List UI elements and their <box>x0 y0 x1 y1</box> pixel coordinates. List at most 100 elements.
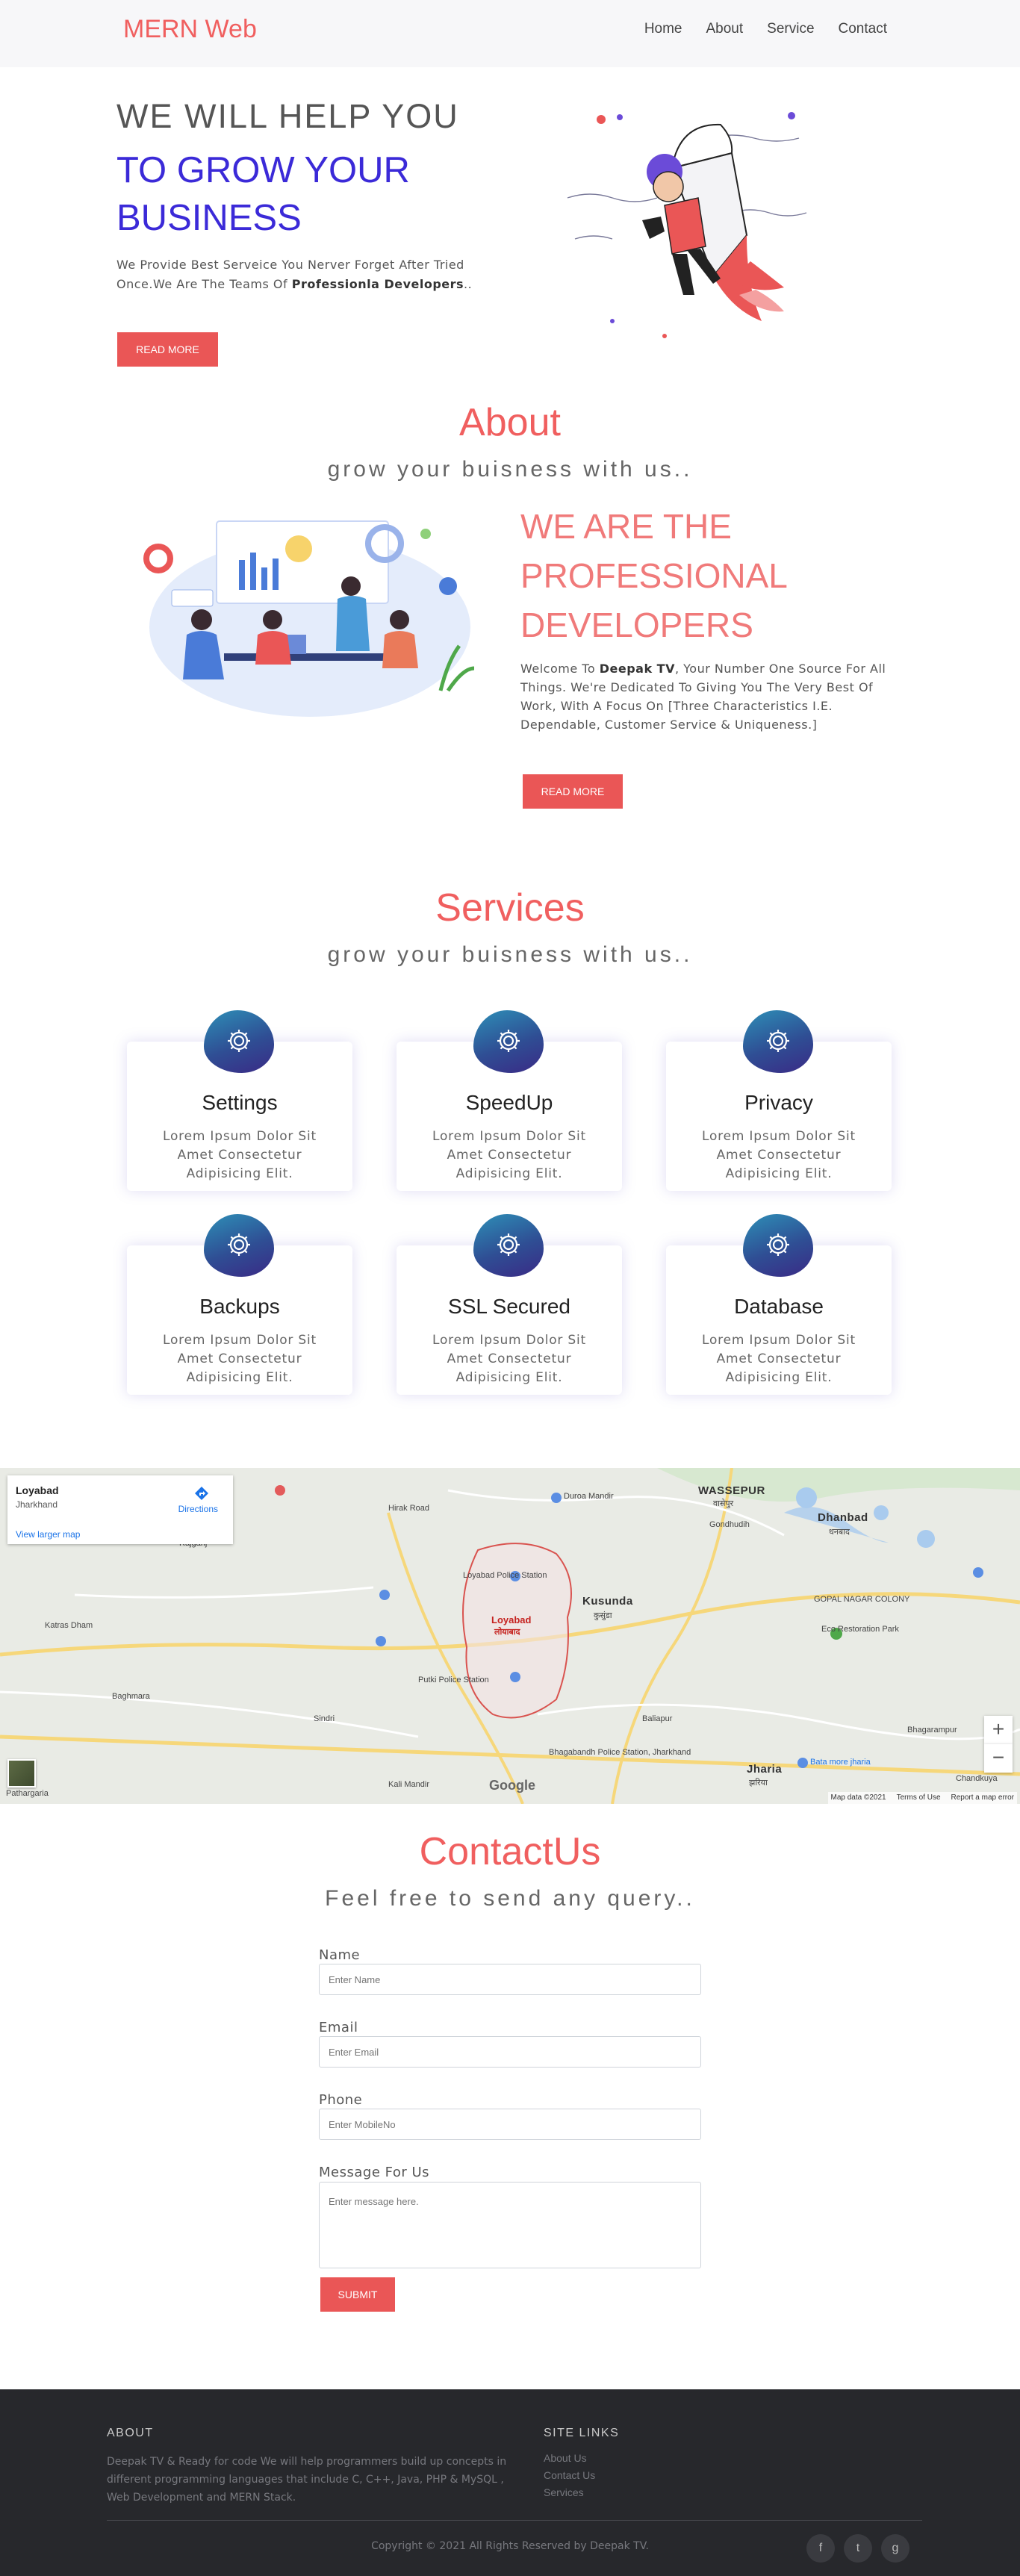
footer-link-services[interactable]: Services <box>544 2486 584 2498</box>
service-card-title: Privacy <box>744 1091 813 1114</box>
map-label-loyabad: Loyabad <box>491 1614 532 1625</box>
phone-input[interactable] <box>319 2109 701 2140</box>
map-label-putki-police: Putki Police Station <box>418 1676 489 1684</box>
map-label-sindri: Sindri <box>314 1714 335 1723</box>
service-card-description: Lorem Ipsum Dolor Sit Amet Consectetur A… <box>163 1129 317 1181</box>
service-card-description: Lorem Ipsum Dolor Sit Amet Consectetur A… <box>163 1333 317 1385</box>
navbar: MERN Web Home About Service Contact <box>0 0 1020 67</box>
report-map-error-link[interactable]: Report a map error <box>951 1793 1014 1802</box>
hero-heading-line2: TO GROW YOUR BUSINESS <box>116 150 410 238</box>
map-place-region: Jharkhand <box>16 1499 58 1510</box>
phone-label: Phone <box>319 2092 363 2108</box>
footer-link-contact-us[interactable]: Contact Us <box>544 2469 595 2481</box>
map-place-title: Loyabad <box>16 1484 59 1496</box>
map-label-dhanbad-hi: धनबाद <box>829 1528 850 1537</box>
map-label-baliapur: Baliapur <box>642 1714 673 1723</box>
service-icon-badge <box>204 1214 274 1277</box>
map-label-kusunda: Kusunda <box>582 1595 633 1608</box>
service-card-title: Backups <box>199 1295 280 1318</box>
map-label-hirak-road: Hirak Road <box>388 1504 430 1513</box>
directions-link[interactable]: Directions <box>178 1504 218 1514</box>
services-section-subtitle: grow your buisness with us.. <box>327 942 693 967</box>
service-card-title: SSL Secured <box>448 1295 570 1318</box>
services-section-title: Services <box>435 886 585 930</box>
service-card: SSL Secured Lorem Ipsum Dolor Sit Amet Co… <box>397 1214 622 1395</box>
footer-about-text: Deepak TV & Ready for code We will help … <box>107 2456 507 2504</box>
service-card-description: Lorem Ipsum Dolor Sit Amet Consectetur A… <box>432 1333 586 1385</box>
footer-links-title: SITE LINKS <box>544 2427 620 2439</box>
map-label-loyabad-police: Loyabad Police Station <box>463 1571 547 1580</box>
map-label-loyabad-hi: लोयाबाद <box>494 1628 520 1637</box>
twitter-icon[interactable]: t <box>844 2534 872 2563</box>
map-label-chandkuya: Chandkuya <box>956 1774 998 1783</box>
service-icon-badge <box>473 1214 544 1277</box>
map-label-jharia: Jharia <box>747 1763 783 1776</box>
about-section-subtitle: grow your buisness with us.. <box>327 457 693 482</box>
service-card-title: SpeedUp <box>465 1091 553 1114</box>
map-label-eco-park: Eco Restoration Park <box>821 1625 899 1634</box>
map-label-pathargaria: Pathargaria <box>6 1789 49 1798</box>
map-label-bata: Bata more jharia <box>810 1758 871 1767</box>
zoom-in-button[interactable]: + <box>984 1716 1013 1744</box>
footer: ABOUT Deepak TV & Ready for code We will… <box>0 2389 1020 2576</box>
about-read-more-button[interactable]: READ MORE <box>523 774 623 809</box>
footer-divider <box>107 2520 922 2521</box>
nav-menu: Home About Service Contact <box>644 21 887 37</box>
team-meeting-illustration <box>143 520 475 717</box>
map-label-gondhudih: Gondhudih <box>709 1520 750 1529</box>
service-card: Database Lorem Ipsum Dolor Sit Amet Conse… <box>666 1214 892 1395</box>
service-card-title: Database <box>734 1295 824 1318</box>
nav-link-service[interactable]: Service <box>767 21 814 37</box>
nav-link-home[interactable]: Home <box>644 21 682 37</box>
service-card: Backups Lorem Ipsum Dolor Sit Amet Consec… <box>127 1214 352 1395</box>
service-card-description: Lorem Ipsum Dolor Sit Amet Consectetur A… <box>432 1129 586 1181</box>
directions-icon[interactable] <box>194 1486 209 1501</box>
map-label-bhagabandh: Bhagabandh Police Station, Jharkhand <box>549 1748 691 1757</box>
service-icon-badge <box>204 1010 274 1073</box>
service-icon-badge <box>743 1214 813 1277</box>
map-label-duroa-mandir: Duroa Mandir <box>564 1492 614 1501</box>
hero-read-more-button[interactable]: READ MORE <box>117 332 218 367</box>
name-input[interactable] <box>319 1964 701 1995</box>
map-label-kali-mandir: Kali Mandir <box>388 1780 430 1789</box>
nav-link-contact[interactable]: Contact <box>839 21 887 37</box>
map-label-dhanbad: Dhanbad <box>818 1511 868 1524</box>
service-card: Settings Lorem Ipsum Dolor Sit Amet Conse… <box>127 1010 352 1191</box>
brand-logo[interactable]: MERN Web <box>123 15 257 44</box>
service-icon-badge <box>743 1010 813 1073</box>
map-label-gopal-nagar: GOPAL NAGAR COLONY <box>814 1595 910 1604</box>
footer-link-about-us[interactable]: About Us <box>544 2452 587 2464</box>
email-input[interactable] <box>319 2036 701 2068</box>
github-icon[interactable]: g <box>881 2534 909 2563</box>
map-label-jharia-hi: झरिया <box>749 1779 768 1788</box>
map-data-text: Map data ©2021 <box>830 1793 886 1802</box>
map-label-katras: Katras Dham <box>45 1621 93 1630</box>
google-logo: Google <box>489 1778 535 1793</box>
map-label-baghmara: Baghmara <box>112 1692 150 1701</box>
service-card: Privacy Lorem Ipsum Dolor Sit Amet Consec… <box>666 1010 892 1191</box>
facebook-icon[interactable]: f <box>806 2534 835 2563</box>
zoom-out-button[interactable]: − <box>984 1744 1013 1773</box>
terms-of-use-link[interactable]: Terms of Use <box>897 1793 941 1802</box>
view-larger-map-link[interactable]: View larger map <box>16 1529 80 1540</box>
service-card-title: Settings <box>202 1091 278 1114</box>
hero-heading-line1: WE WILL HELP YOU <box>116 97 459 135</box>
nav-link-about[interactable]: About <box>706 21 744 37</box>
service-icon-badge <box>473 1010 544 1073</box>
map-place-card: Loyabad Jharkhand View larger map Direct… <box>7 1475 233 1544</box>
message-textarea[interactable] <box>319 2182 701 2268</box>
about-heading: WE ARE THE PROFESSIONAL DEVELOPERS <box>520 507 787 644</box>
service-card-description: Lorem Ipsum Dolor Sit Amet Consectetur A… <box>702 1129 856 1181</box>
contact-section-subtitle: Feel free to send any query.. <box>325 1886 695 1911</box>
rocket-illustration <box>567 112 807 338</box>
service-card: SpeedUp Lorem Ipsum Dolor Sit Amet Consec… <box>397 1010 622 1191</box>
embedded-map[interactable]: WASSEPUR वासेपुर Dhanbad धनबाद Kusunda क… <box>0 1468 1020 1804</box>
contact-section-title: ContactUs <box>419 1830 601 1873</box>
map-label-wassepur-hi: वासेपुर <box>713 1499 734 1508</box>
satellite-toggle[interactable] <box>7 1759 36 1788</box>
footer-about-title: ABOUT <box>107 2427 154 2439</box>
map-label-kusunda-hi: कुसुंडा <box>594 1611 612 1620</box>
submit-button[interactable]: SUBMIT <box>320 2277 395 2312</box>
email-label: Email <box>319 2020 358 2035</box>
hero-description: We Provide Best Serveice You Nerver Forg… <box>116 258 473 291</box>
